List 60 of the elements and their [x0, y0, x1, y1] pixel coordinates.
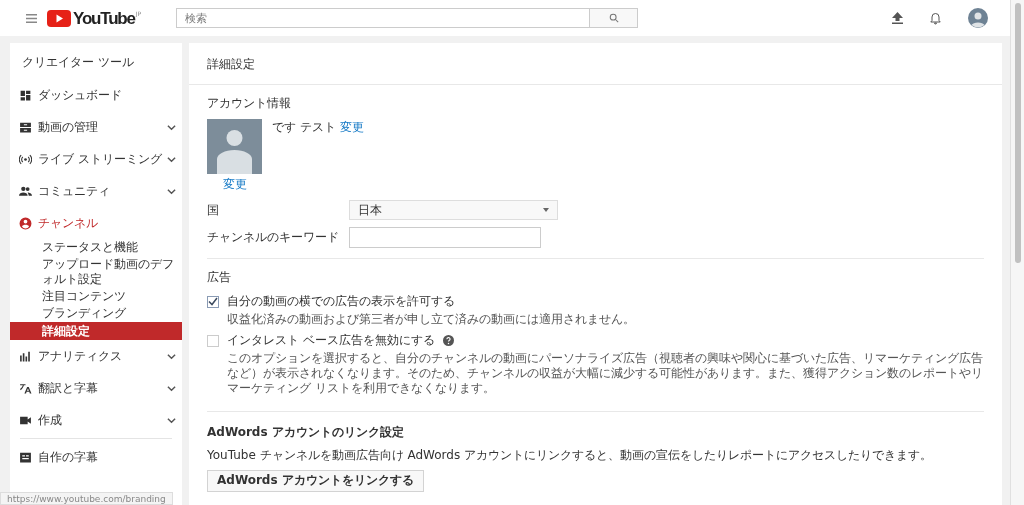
scrollbar[interactable] — [1010, 0, 1024, 505]
sidebar-title: クリエイター ツール — [21, 54, 135, 71]
upload-icon[interactable] — [892, 12, 903, 24]
field-label: チャンネルのキーワード — [207, 229, 340, 246]
country-select[interactable]: 日本 — [349, 200, 558, 220]
section-heading: アカウント情報 — [207, 95, 292, 112]
option-label: 自分の動画の横での広告の表示を許可する — [227, 293, 455, 310]
subtitles-icon — [19, 450, 32, 464]
dashboard-icon — [19, 88, 32, 102]
option-description: 収益化済みの動画および第三者が申し立て済みの動画には適用されません。 — [227, 312, 636, 327]
avatar-icon[interactable] — [968, 8, 988, 28]
sidebar-subitem[interactable]: 詳細設定 — [10, 322, 182, 340]
sidebar-item[interactable]: コミュニティ — [10, 175, 182, 207]
change-link[interactable]: 変更 — [222, 176, 247, 193]
option-label: インタレスト ベース広告を無効にする — [227, 332, 435, 349]
sidebar-item[interactable]: 翻訳と字幕 — [10, 372, 182, 404]
chevron-down-icon[interactable] — [167, 186, 176, 196]
section-description: YouTube チャンネルを動画広告向け AdWords アカウントにリンクすると、動画の宣伝をしたりレポートにアクセスしたりできます。 — [207, 447, 933, 464]
page-title: 詳細設定 — [189, 43, 1002, 85]
sidebar-item[interactable]: ダッシュボード — [10, 79, 182, 111]
bar-chart-icon — [19, 349, 32, 363]
sidebar-subitem[interactable]: アップロード動画のデフォルト設定 — [10, 256, 182, 288]
search-icon — [608, 13, 619, 23]
sidebar-subitem[interactable]: ステータスと機能 — [10, 239, 182, 256]
chevron-down-icon[interactable] — [167, 415, 176, 425]
bell-icon[interactable] — [930, 11, 941, 25]
status-url: https://www.youtube.com/branding — [0, 492, 173, 505]
sidebar-item[interactable]: 動画の管理 — [10, 111, 182, 143]
chevron-down-icon[interactable] — [167, 383, 176, 393]
sidebar-item[interactable]: アナリティクス — [10, 340, 182, 372]
option-description: このオプションを選択すると、自分のチャンネルの動画にパーソナライズ広告（視聴者の興味や関心に基づいた広告、リマーケティング広告など）が表示されなくなります。そのため、チャンネルの収益が大幅に減少する可能性があります。また、獲得アクション数のレポートやリマーケティング リストを利用できなくなります。 — [227, 351, 984, 396]
section-heading: 広告 — [207, 269, 232, 286]
logo-wordmark[interactable]: YouTube — [73, 9, 135, 27]
channel-name: です テスト — [272, 119, 336, 136]
play-logo-icon[interactable] — [47, 9, 71, 27]
chevron-down-icon[interactable] — [167, 154, 176, 164]
sidebar-subitem[interactable]: ブランディング — [10, 305, 182, 322]
sidebar-item[interactable]: 自作の字幕 — [10, 441, 182, 473]
field-label: 国 — [207, 201, 220, 219]
link-account-button[interactable]: AdWords アカウントをリンクする — [207, 469, 424, 492]
avatar-picture-icon — [207, 119, 262, 174]
people-icon — [19, 184, 32, 198]
help-icon[interactable] — [442, 335, 454, 346]
sidebar-item[interactable]: 作成 — [10, 404, 182, 436]
broadcast-icon — [19, 152, 32, 166]
translate-icon — [19, 381, 32, 395]
checkbox[interactable] — [207, 295, 219, 308]
sidebar-item[interactable]: チャンネル — [10, 207, 182, 239]
chevron-down-icon[interactable] — [167, 122, 176, 132]
search-field[interactable]: 検索 — [176, 8, 590, 28]
checkbox[interactable] — [207, 334, 219, 347]
sidebar-subitem[interactable]: 注目コンテンツ — [10, 288, 182, 305]
sidebar-item[interactable]: ライブ ストリーミング — [10, 143, 182, 175]
menu-icon[interactable] — [26, 13, 37, 23]
dropdown-caret-icon — [543, 208, 549, 212]
keyword-field[interactable] — [349, 227, 541, 248]
chevron-down-icon[interactable] — [167, 351, 176, 361]
drawer-icon — [19, 120, 32, 134]
change-link[interactable]: 変更 — [339, 119, 364, 136]
section-heading: AdWords アカウントのリンク設定 — [207, 424, 405, 441]
